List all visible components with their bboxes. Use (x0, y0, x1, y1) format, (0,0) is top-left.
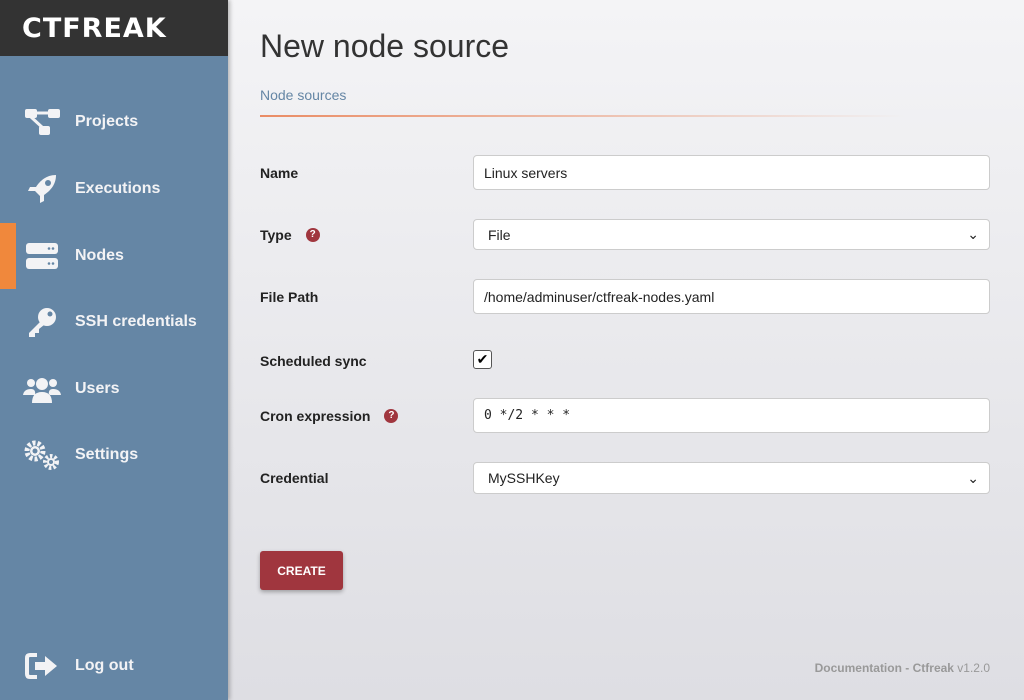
logo: CTFREAK (0, 0, 228, 56)
rocket-icon (23, 173, 61, 205)
breadcrumb-node-sources[interactable]: Node sources (260, 87, 990, 103)
divider (260, 115, 905, 117)
type-label-text: Type (260, 226, 292, 243)
sidebar-item-label: Users (75, 380, 120, 397)
sidebar-item-label: Executions (75, 180, 161, 197)
sidebar-item-executions[interactable]: Executions (0, 156, 228, 222)
sidebar-item-nodes[interactable]: Nodes (0, 223, 228, 289)
logout-button[interactable]: Log out (0, 633, 228, 699)
documentation-link[interactable]: Documentation (815, 661, 902, 675)
sidebar-item-projects[interactable]: Projects (0, 89, 228, 155)
sidebar: CTFREAK Projects Executions Nodes SSH cr… (0, 0, 228, 700)
cron-value: 0 */2 * * * (484, 408, 571, 423)
credential-select[interactable]: MySSHKey ⌄ (473, 462, 990, 494)
sidebar-item-ssh-credentials[interactable]: SSH credentials (0, 289, 228, 355)
credential-label: Credential (260, 470, 329, 486)
type-label: Type? (260, 227, 473, 243)
scheduled-sync-label: Scheduled sync (260, 353, 367, 369)
cron-label: Cron expression? (260, 408, 473, 424)
sidebar-item-users[interactable]: Users (0, 356, 228, 422)
cron-label-text: Cron expression (260, 407, 371, 424)
create-button[interactable]: CREATE (260, 551, 343, 590)
key-icon (23, 306, 61, 338)
name-input[interactable]: Linux servers (473, 155, 990, 190)
name-value: Linux servers (484, 164, 568, 181)
credential-value: MySSHKey (488, 470, 560, 486)
version: v1.2.0 (953, 661, 990, 675)
main-content: New node source Node sources Name Linux s… (260, 0, 990, 590)
help-icon[interactable]: ? (384, 408, 399, 423)
project-diagram-icon (23, 107, 61, 137)
page-title: New node source (260, 28, 510, 64)
server-icon (23, 242, 61, 270)
type-select[interactable]: File ⌄ (473, 219, 990, 250)
sign-out-icon (23, 652, 61, 680)
sidebar-item-label: Projects (75, 113, 139, 130)
cron-input[interactable]: 0 */2 * * * (473, 398, 990, 433)
sidebar-item-label: Nodes (75, 247, 124, 264)
type-value: File (488, 226, 511, 243)
name-label: Name (260, 164, 299, 181)
file-path-input[interactable]: /home/adminuser/ctfreak-nodes.yaml (473, 279, 990, 314)
sidebar-item-settings[interactable]: Settings (0, 422, 228, 488)
help-icon[interactable]: ? (305, 227, 320, 242)
chevron-down-icon: ⌄ (967, 226, 979, 242)
file-path-label: File Path (260, 288, 319, 305)
cogs-icon (23, 439, 61, 471)
logout-label: Log out (75, 657, 134, 674)
footer: Documentation - Ctfreak v1.2.0 (815, 661, 990, 675)
chevron-down-icon: ⌄ (967, 469, 979, 486)
file-path-value: /home/adminuser/ctfreak-nodes.yaml (484, 288, 715, 305)
footer-sep: - (901, 661, 913, 675)
check-icon: ✔ (476, 350, 489, 367)
sidebar-item-label: SSH credentials (75, 313, 197, 330)
scheduled-sync-checkbox[interactable]: ✔ (473, 349, 492, 369)
sidebar-item-label: Settings (75, 446, 139, 463)
users-icon (23, 375, 61, 403)
footer-brand: Ctfreak (912, 661, 954, 675)
